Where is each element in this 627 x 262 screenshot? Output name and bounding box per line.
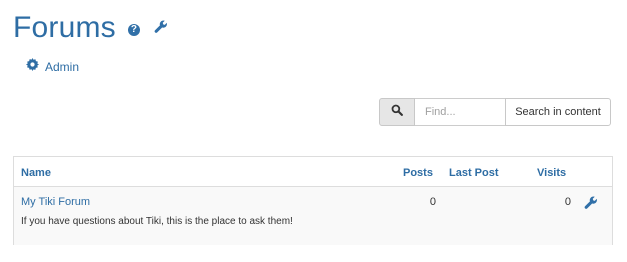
column-header-posts[interactable]: Posts <box>403 167 433 179</box>
forums-table: Name Posts Last Post Visits My Tiki Foru… <box>13 156 613 245</box>
admin-link[interactable]: Admin <box>26 58 79 76</box>
wrench-icon[interactable] <box>154 20 168 39</box>
forum-posts-count: 0 <box>429 196 436 208</box>
page-header: Forums ? <box>13 10 168 46</box>
search-in-content-button[interactable]: Search in content <box>505 98 611 126</box>
column-header-visits[interactable]: Visits <box>537 167 566 179</box>
table-row: My Tiki Forum If you have questions abou… <box>14 187 612 245</box>
search-icon <box>391 103 403 121</box>
admin-label: Admin <box>45 60 80 74</box>
search-button[interactable] <box>379 98 415 126</box>
forum-visits-count: 0 <box>564 196 571 208</box>
forum-name-link[interactable]: My Tiki Forum <box>21 196 90 208</box>
forum-description: If you have questions about Tiki, this i… <box>21 216 293 227</box>
search-input[interactable] <box>415 98 505 126</box>
forum-actions-wrench-icon[interactable] <box>584 196 598 215</box>
column-header-last-post[interactable]: Last Post <box>449 167 499 179</box>
page-title: Forums <box>13 11 116 44</box>
search-bar: Search in content <box>379 98 611 126</box>
question-circle-icon[interactable]: ? <box>127 24 140 36</box>
column-header-name[interactable]: Name <box>21 167 51 179</box>
table-header: Name Posts Last Post Visits <box>14 157 612 187</box>
gear-icon <box>26 58 39 76</box>
